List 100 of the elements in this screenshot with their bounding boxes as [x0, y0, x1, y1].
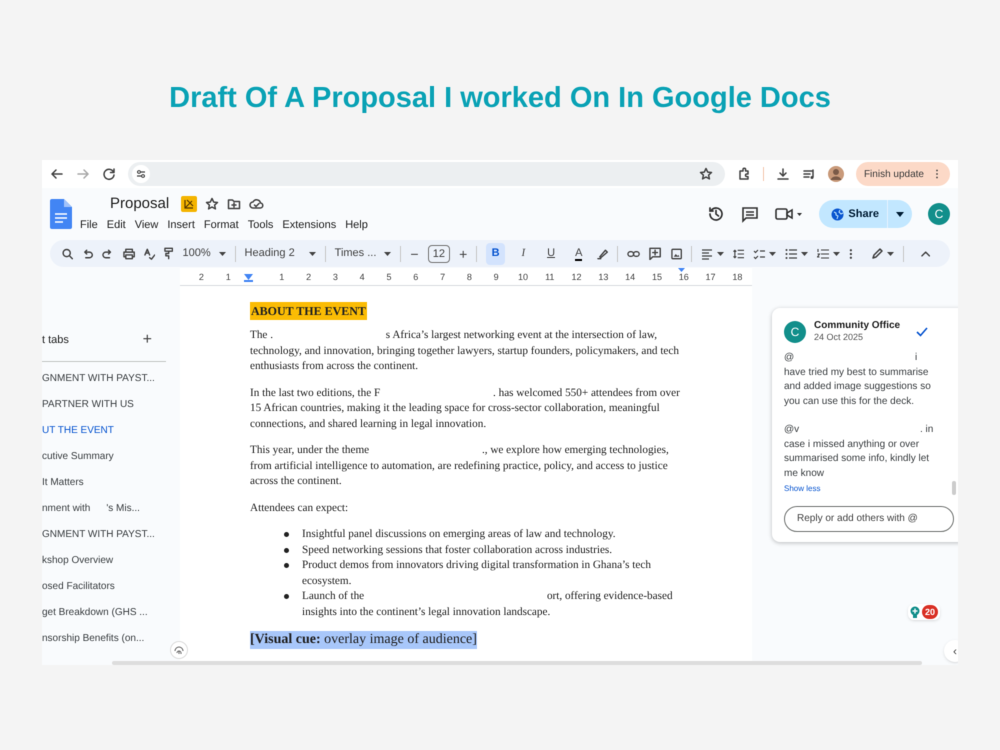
- tab-item[interactable]: PARTNER WITH US: [42, 392, 180, 418]
- menu-item[interactable]: Format: [204, 216, 239, 234]
- show-less-link[interactable]: Show less: [784, 483, 820, 495]
- menu-item[interactable]: View: [134, 216, 158, 234]
- star-icon[interactable]: [205, 197, 220, 211]
- finish-update-button[interactable]: Finish update ⋮: [856, 162, 950, 186]
- caret-icon[interactable]: [886, 252, 894, 256]
- paragraph: Attendees can expect:: [250, 500, 350, 516]
- resolve-check-icon[interactable]: [916, 326, 928, 336]
- document-title[interactable]: Proposal: [110, 192, 170, 216]
- folder-icon[interactable]: [227, 197, 242, 211]
- back-icon[interactable]: [50, 167, 64, 181]
- add-tab-button[interactable]: +: [142, 332, 152, 348]
- zoom-dropdown[interactable]: 100%: [182, 245, 226, 262]
- ruler-number: 5: [386, 273, 392, 282]
- tab-item[interactable]: It Matters: [42, 470, 180, 496]
- style-dropdown[interactable]: Heading 2: [244, 245, 316, 262]
- media-icon[interactable]: [802, 167, 816, 181]
- slides-badge-icon[interactable]: [181, 196, 198, 212]
- numbered-list-icon[interactable]: [816, 248, 829, 260]
- suggestions-badge[interactable]: 20: [908, 604, 940, 620]
- tab-item[interactable]: kshop Overview: [42, 548, 180, 574]
- globe-icon: [831, 208, 844, 220]
- comment-icon[interactable]: [741, 205, 760, 223]
- collapse-icon[interactable]: [920, 250, 930, 256]
- account-avatar[interactable]: C: [928, 203, 950, 225]
- italic-button[interactable]: I: [514, 242, 533, 264]
- ruler-number: 17: [706, 273, 716, 282]
- caret-icon[interactable]: [218, 252, 226, 256]
- checklist-icon[interactable]: [752, 248, 765, 260]
- menu-item[interactable]: Help: [345, 216, 368, 234]
- bullet-list-icon[interactable]: [784, 248, 797, 260]
- visual-cue-note: [Visual cue: overlay image of audience]: [250, 631, 477, 649]
- bold-button[interactable]: B: [486, 242, 505, 264]
- ruler-number: 1: [226, 273, 231, 282]
- menu-item[interactable]: Extensions: [282, 216, 336, 234]
- ruler-number: 7: [440, 273, 446, 282]
- redo-icon[interactable]: [102, 248, 114, 260]
- caret-icon[interactable]: [384, 252, 392, 256]
- section-heading: ABOUT THE EVENT: [250, 302, 367, 320]
- align-left-icon[interactable]: [700, 248, 713, 260]
- ruler-number: 18: [732, 273, 742, 282]
- font-dropdown[interactable]: Times ...: [334, 245, 392, 262]
- caret-icon[interactable]: [832, 252, 840, 256]
- text-color-button[interactable]: A: [569, 242, 588, 264]
- cloud-icon[interactable]: [249, 197, 264, 211]
- tabs-header: t tabs: [42, 333, 69, 348]
- history-icon[interactable]: [707, 205, 726, 223]
- commenter-name: Community Office: [814, 320, 900, 332]
- site-info-icon[interactable]: [132, 165, 150, 183]
- star-icon[interactable]: [698, 167, 713, 181]
- download-icon[interactable]: [776, 167, 790, 181]
- menu-item[interactable]: Edit: [106, 216, 126, 234]
- indent-marker-icon[interactable]: [244, 274, 253, 282]
- font-size-field[interactable]: 12: [428, 244, 450, 262]
- pencil-icon[interactable]: [870, 248, 883, 260]
- image-icon[interactable]: [670, 248, 682, 260]
- profile-avatar-icon[interactable]: [828, 166, 844, 182]
- collapse-panel-button[interactable]: ‹: [944, 640, 958, 662]
- reload-icon[interactable]: [102, 167, 116, 181]
- paragraph: The . s Africa’s largest networking event at the intersection of law, technology, and innovation, bringing together lawyers, startup founders, policymakers, and tech enthusiasts from across the continent.: [250, 328, 680, 374]
- paint-format-icon[interactable]: [164, 247, 174, 260]
- increase-size-button[interactable]: +: [459, 246, 468, 260]
- ruler-number: 3: [332, 273, 338, 282]
- tab-item[interactable]: get Breakdown (GHS ...: [42, 600, 180, 626]
- caret-icon[interactable]: [768, 252, 776, 256]
- search-icon[interactable]: [62, 248, 74, 260]
- scrollbar-thumb[interactable]: [952, 481, 956, 495]
- paragraph: In the last two editions, the F . has welcomed 550+ attendees from over 15 African countries, making it the leading space for cross-sector collaboration, meaningful connections, and shared learning in legal innovation.: [250, 386, 681, 432]
- docs-logo-icon[interactable]: [50, 199, 72, 229]
- more-icon[interactable]: [848, 248, 853, 260]
- menu-item[interactable]: File: [80, 216, 98, 234]
- caret-icon[interactable]: [716, 252, 724, 256]
- video-call-icon[interactable]: [775, 206, 804, 222]
- menu-item[interactable]: Insert: [167, 216, 195, 234]
- tab-item[interactable]: GNMENT WITH PAYST...: [42, 366, 180, 392]
- add-comment-icon[interactable]: [649, 247, 662, 260]
- print-icon[interactable]: [122, 248, 135, 260]
- menu-item[interactable]: Tools: [248, 216, 274, 234]
- reply-field[interactable]: Reply or add others with @: [784, 506, 954, 532]
- tab-item[interactable]: cutive Summary: [42, 444, 180, 470]
- underline-button[interactable]: U: [542, 242, 560, 264]
- decrease-size-button[interactable]: −: [410, 246, 419, 260]
- spellcheck-icon[interactable]: [144, 248, 156, 260]
- commenter-avatar: C: [784, 320, 806, 342]
- caret-icon[interactable]: [800, 252, 808, 256]
- bullet-icon: [284, 563, 289, 568]
- tab-item[interactable]: nsorship Benefits (on...: [42, 626, 180, 652]
- caret-icon[interactable]: [308, 252, 316, 256]
- ruler-number: 8: [466, 273, 472, 282]
- puzzle-icon[interactable]: [736, 167, 751, 181]
- highlighter-icon[interactable]: [597, 248, 608, 260]
- line-spacing-icon[interactable]: [732, 248, 744, 260]
- tab-item[interactable]: UT THE EVENT: [42, 418, 180, 444]
- tab-item[interactable]: nment with 's Mis...: [42, 496, 180, 522]
- undo-icon[interactable]: [82, 248, 94, 260]
- tab-item[interactable]: osed Facilitators: [42, 574, 180, 600]
- tab-item[interactable]: GNMENT WITH PAYST...: [42, 522, 180, 548]
- bullet-icon: [284, 594, 289, 599]
- link-icon[interactable]: [627, 248, 640, 258]
